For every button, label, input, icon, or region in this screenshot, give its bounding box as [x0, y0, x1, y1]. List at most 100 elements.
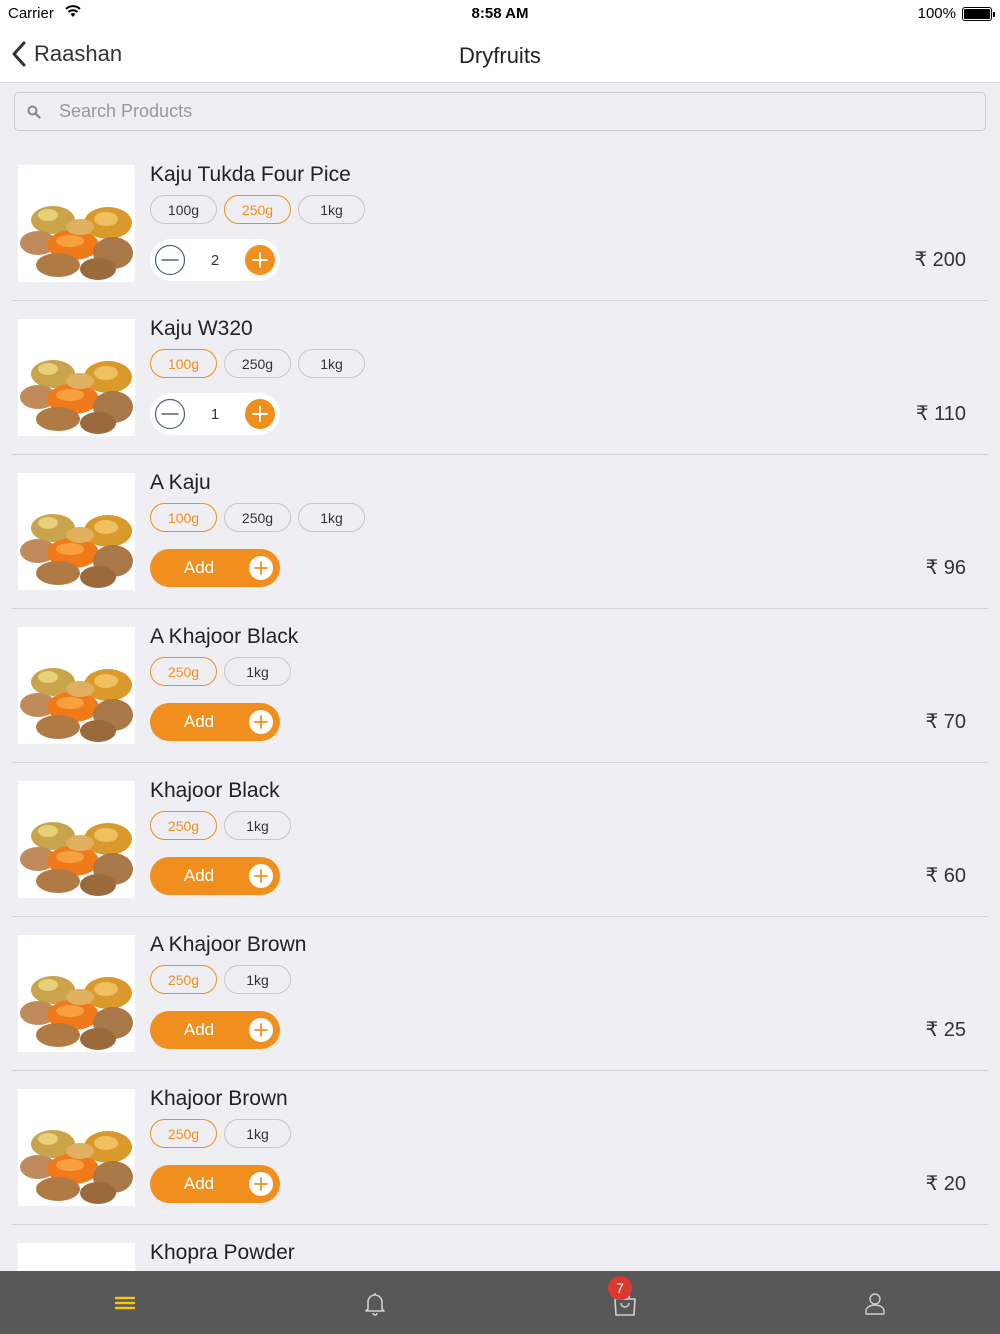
clock: 8:58 AM — [471, 5, 529, 22]
variant-chip[interactable]: 1kg — [298, 195, 365, 224]
product-price: ₹ 25 — [925, 1019, 966, 1041]
product-name: Kaju W320 — [150, 317, 253, 340]
menu-icon — [112, 1289, 138, 1317]
tab-menu[interactable] — [0, 1271, 250, 1334]
variant-chip[interactable]: 100g — [150, 503, 217, 532]
product-row[interactable]: A Kaju 100g 250g 1kg Add ₹ 96 — [12, 455, 988, 609]
quantity-stepper: 1 — [150, 393, 280, 435]
product-row[interactable]: Kaju Tukda Four Pice 100g 250g 1kg 2 ₹ 200 — [12, 147, 988, 301]
tab-user[interactable] — [750, 1271, 1000, 1334]
add-button-label: Add — [183, 712, 215, 731]
product-image — [18, 1089, 135, 1206]
variant-options: 100g 250g 1kg — [150, 349, 365, 378]
search-box[interactable] — [14, 92, 986, 131]
variant-chip[interactable]: 250g — [150, 965, 217, 994]
product-name: Khopra Powder — [150, 1241, 295, 1264]
increase-quantity-button[interactable] — [244, 398, 276, 430]
product-price: ₹ 110 — [915, 403, 966, 425]
product-name: Kaju Tukda Four Pice — [150, 163, 351, 186]
product-price: ₹ 70 — [925, 711, 966, 733]
product-name: A Khajoor Brown — [150, 933, 307, 956]
product-image — [18, 627, 135, 744]
variant-options: 100g 250g 1kg — [150, 503, 365, 532]
add-button-label: Add — [183, 1174, 215, 1193]
product-row[interactable]: Khajoor Brown 250g 1kg Add ₹ 20 — [12, 1071, 988, 1225]
product-name: A Khajoor Black — [150, 625, 299, 648]
add-to-cart-button[interactable]: Add — [150, 1011, 280, 1049]
product-row[interactable]: Khopra Powder — [12, 1225, 988, 1271]
product-row[interactable]: A Khajoor Black 250g 1kg Add ₹ 70 — [12, 609, 988, 763]
variant-chip[interactable]: 1kg — [224, 811, 291, 840]
product-name: A Kaju — [150, 471, 211, 494]
search-icon — [27, 105, 41, 119]
search-input[interactable] — [59, 101, 959, 122]
add-button-label: Add — [183, 866, 215, 885]
product-image — [18, 473, 135, 590]
variant-chip[interactable]: 250g — [224, 349, 291, 378]
plus-icon — [245, 245, 275, 275]
product-image — [18, 319, 135, 436]
product-price: ₹ 20 — [925, 1173, 966, 1195]
product-image — [18, 781, 135, 898]
product-row[interactable]: Khajoor Black 250g 1kg Add ₹ 60 — [12, 763, 988, 917]
status-bar: Carrier 8:58 AM 100% — [0, 0, 1000, 28]
add-button-label: Add — [183, 1020, 215, 1039]
quantity-value: 2 — [210, 251, 220, 269]
variant-chip[interactable]: 250g — [224, 503, 291, 532]
product-list[interactable]: Kaju Tukda Four Pice 100g 250g 1kg 2 ₹ 200 Kaj… — [0, 147, 1000, 1271]
plus-circle-icon — [248, 1171, 274, 1197]
add-to-cart-button[interactable]: Add — [150, 703, 280, 741]
variant-chip[interactable]: 1kg — [224, 1119, 291, 1148]
variant-options: 250g 1kg — [150, 965, 291, 994]
plus-icon — [245, 399, 275, 429]
variant-options: 100g 250g 1kg — [150, 195, 365, 224]
variant-options: 250g 1kg — [150, 811, 291, 840]
quantity-stepper: 2 — [150, 239, 280, 281]
variant-chip[interactable]: 100g — [150, 349, 217, 378]
minus-icon — [154, 398, 186, 430]
variant-chip[interactable]: 250g — [150, 657, 217, 686]
variant-chip[interactable]: 250g — [224, 195, 291, 224]
product-name: Khajoor Brown — [150, 1087, 288, 1110]
battery-icon — [962, 7, 995, 21]
search-bar — [0, 83, 1000, 143]
decrease-quantity-button[interactable] — [154, 244, 186, 276]
product-image — [18, 165, 135, 282]
variant-chip[interactable]: 250g — [150, 811, 217, 840]
add-to-cart-button[interactable]: Add — [150, 549, 280, 587]
add-to-cart-button[interactable]: Add — [150, 1165, 280, 1203]
plus-circle-icon — [248, 709, 274, 735]
variant-chip[interactable]: 1kg — [298, 349, 365, 378]
product-image — [18, 935, 135, 1052]
cart-count-badge: 7 — [608, 1276, 632, 1300]
add-button-label: Add — [183, 558, 215, 577]
product-row[interactable]: Kaju W320 100g 250g 1kg 1 ₹ 110 — [12, 301, 988, 455]
chevron-left-icon — [12, 41, 26, 67]
product-name: Khajoor Black — [150, 779, 280, 802]
variant-chip[interactable]: 100g — [150, 195, 217, 224]
decrease-quantity-button[interactable] — [154, 398, 186, 430]
bell-icon — [362, 1289, 388, 1317]
variant-options: 250g 1kg — [150, 657, 291, 686]
variant-chip[interactable]: 250g — [150, 1119, 217, 1148]
tab-bar — [0, 1271, 1000, 1334]
back-button[interactable]: Raashan — [10, 40, 122, 68]
variant-options: 250g 1kg — [150, 1119, 291, 1148]
variant-chip[interactable]: 1kg — [224, 965, 291, 994]
product-price: ₹ 200 — [914, 249, 966, 271]
user-icon — [862, 1289, 888, 1317]
product-image — [18, 1243, 135, 1271]
tab-bell[interactable] — [250, 1271, 500, 1334]
product-row[interactable]: A Khajoor Brown 250g 1kg Add ₹ 25 — [12, 917, 988, 1071]
product-price: ₹ 96 — [925, 557, 966, 579]
variant-chip[interactable]: 1kg — [224, 657, 291, 686]
back-label: Raashan — [34, 41, 123, 66]
add-to-cart-button[interactable]: Add — [150, 857, 280, 895]
plus-circle-icon — [248, 1017, 274, 1043]
plus-circle-icon — [248, 863, 274, 889]
minus-icon — [154, 244, 186, 276]
navigation-bar: Raashan Dryfruits — [0, 28, 1000, 83]
increase-quantity-button[interactable] — [244, 244, 276, 276]
variant-chip[interactable]: 1kg — [298, 503, 365, 532]
battery-percent: 100% — [917, 5, 956, 22]
